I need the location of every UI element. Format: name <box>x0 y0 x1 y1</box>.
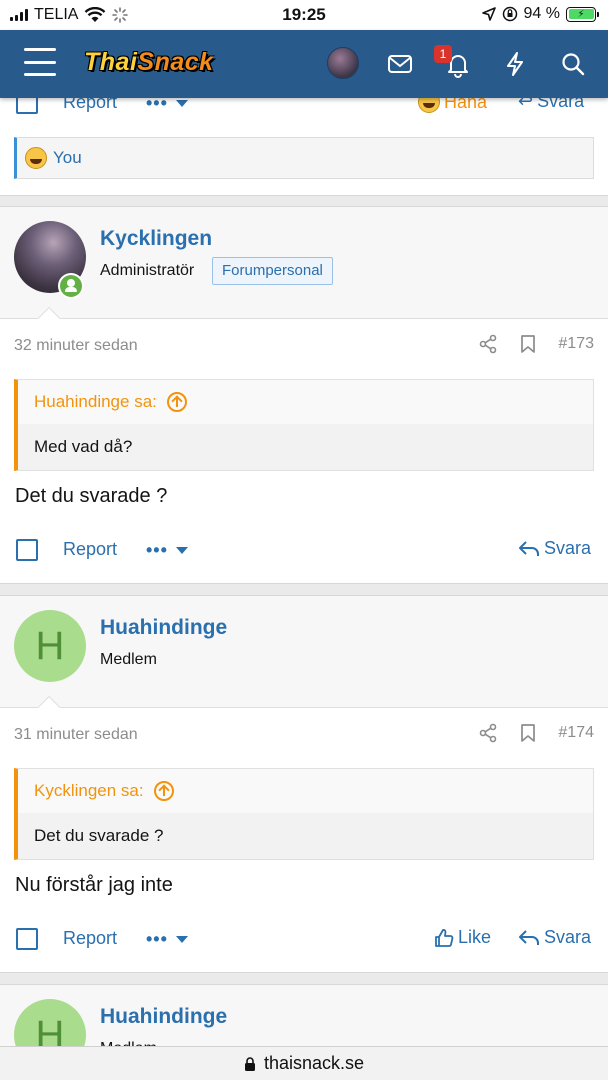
post-175-partial: H Huahindinge Medlem <box>0 984 608 1048</box>
post-number[interactable]: #173 <box>558 335 594 353</box>
reply-icon <box>519 929 539 945</box>
post-author-header: H Huahindinge Medlem <box>0 596 608 708</box>
report-link[interactable]: Report <box>63 539 117 560</box>
author-username[interactable]: Huahindinge <box>100 1005 227 1029</box>
previous-post-tail: Report ••• Haha ↩ Svara You <box>0 98 608 196</box>
header-notch <box>36 695 62 708</box>
inbox-icon[interactable] <box>386 50 414 78</box>
post-actions: Report ••• Like Svara <box>0 925 608 955</box>
reply-icon: ↩ <box>518 98 534 111</box>
reactions-summary[interactable]: You <box>14 137 594 179</box>
like-button[interactable]: Like <box>434 927 491 948</box>
staff-badge: Forumpersonal <box>212 257 333 285</box>
author-role: Medlem <box>100 651 157 668</box>
reply-label: Svara <box>544 927 592 947</box>
reply-icon <box>519 540 539 556</box>
quote-header[interactable]: Huahindinge sa: <box>18 380 593 424</box>
share-icon[interactable] <box>478 334 498 354</box>
reply-label: Svara <box>537 98 585 111</box>
status-right: 94 % ⚡ <box>481 5 599 23</box>
user-avatar[interactable] <box>327 47 359 79</box>
more-actions-button[interactable]: ••• <box>146 929 188 950</box>
reply-button[interactable]: ↩ Svara <box>518 98 584 112</box>
menu-icon[interactable] <box>24 48 56 76</box>
share-icon[interactable] <box>478 723 498 743</box>
reply-label: Svara <box>544 538 592 558</box>
report-link[interactable]: Report <box>63 98 117 113</box>
post-time[interactable]: 32 minuter sedan <box>14 337 138 355</box>
post-author-header: Kycklingen Administratör Forumpersonal <box>0 207 608 319</box>
quote-text: Det du svarade ? <box>18 813 593 859</box>
post-174: H Huahindinge Medlem 31 minuter sedan #1… <box>0 595 608 973</box>
quote-header[interactable]: Kycklingen sa: <box>18 769 593 813</box>
quote-block: Huahindinge sa: Med vad då? <box>14 379 594 471</box>
author-username[interactable]: Huahindinge <box>100 616 227 640</box>
url-domain: thaisnack.se <box>263 1053 365 1073</box>
author-username[interactable]: Kycklingen <box>100 227 212 251</box>
post-actions: Report ••• Svara <box>0 536 608 566</box>
like-label: Like <box>458 927 492 947</box>
battery-icon: ⚡ <box>566 6 599 22</box>
reply-button[interactable]: Svara <box>518 927 591 948</box>
report-link[interactable]: Report <box>63 928 117 949</box>
quote-block: Kycklingen sa: Det du svarade ? <box>14 768 594 860</box>
reply-button[interactable]: Svara <box>518 538 591 559</box>
quote-author: Kycklingen sa: <box>34 781 144 800</box>
more-actions-button[interactable]: ••• <box>146 98 188 114</box>
site-logo[interactable]: ThaiSnack <box>84 48 214 77</box>
author-avatar[interactable]: H <box>14 999 86 1048</box>
select-checkbox[interactable] <box>16 928 38 950</box>
browser-url-bar[interactable]: thaisnack.se <box>0 1046 608 1080</box>
online-status-icon <box>58 273 84 299</box>
author-role: Administratör <box>100 262 195 279</box>
bookmark-icon[interactable] <box>520 723 536 743</box>
select-checkbox[interactable] <box>16 539 38 561</box>
search-icon[interactable] <box>559 50 587 78</box>
post-body: Nu förstår jag inte <box>15 874 173 896</box>
logo-text-thai: Thai <box>84 48 138 76</box>
select-checkbox[interactable] <box>16 98 38 114</box>
haha-label: Haha <box>444 98 488 112</box>
app-header: ThaiSnack 1 <box>0 30 608 98</box>
post-time[interactable]: 31 minuter sedan <box>14 726 138 744</box>
rotation-lock-icon <box>502 6 517 22</box>
bookmark-icon[interactable] <box>520 334 536 354</box>
header-notch <box>36 306 62 319</box>
notification-badge: 1 <box>434 45 452 63</box>
more-actions-button[interactable]: ••• <box>146 540 188 561</box>
reaction-users: You <box>53 148 82 167</box>
haha-reaction-button[interactable]: Haha <box>418 98 487 113</box>
laughing-emoji-icon <box>25 147 47 169</box>
post-meta-actions: #174 <box>478 723 594 743</box>
thread-content[interactable]: Report ••• Haha ↩ Svara You Kycklingen Ad… <box>0 98 608 1048</box>
battery-percent: 94 % <box>523 5 560 22</box>
go-to-quote-icon[interactable] <box>166 392 187 412</box>
thumbs-up-icon <box>435 928 454 947</box>
quote-author: Huahindinge sa: <box>34 392 157 411</box>
quote-text: Med vad då? <box>18 424 593 470</box>
status-bar: TELIA 19:25 94 % ⚡ <box>0 0 608 30</box>
go-to-quote-icon[interactable] <box>153 781 174 801</box>
lightning-icon[interactable] <box>501 50 529 78</box>
post-body: Det du svarade ? <box>15 485 168 507</box>
post-173: Kycklingen Administratör Forumpersonal 3… <box>0 206 608 584</box>
lock-icon <box>244 1056 255 1071</box>
logo-text-snack: Snack <box>137 48 214 76</box>
previous-post-actions: Report ••• Haha ↩ Svara <box>0 98 608 119</box>
post-author-header: H Huahindinge Medlem <box>0 985 608 1048</box>
author-avatar[interactable]: H <box>14 610 86 682</box>
laughing-emoji-icon <box>418 98 440 113</box>
location-icon <box>481 7 496 21</box>
post-meta-actions: #173 <box>478 334 594 354</box>
post-number[interactable]: #174 <box>558 724 594 742</box>
